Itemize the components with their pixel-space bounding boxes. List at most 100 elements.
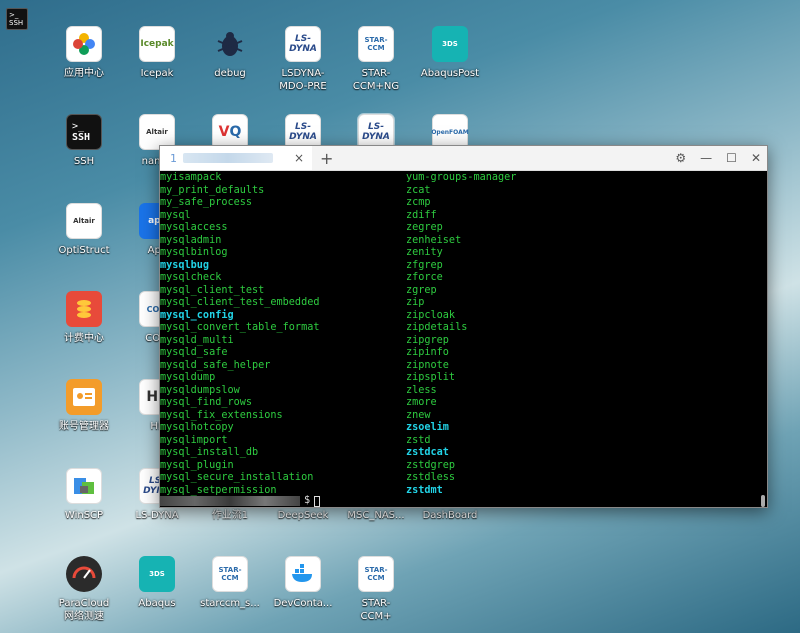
app-center-icon xyxy=(66,26,102,62)
icon-label: 计费中心 xyxy=(64,333,104,344)
tab-close-icon[interactable]: × xyxy=(294,151,304,165)
icon-label: MSC_NAS... xyxy=(347,510,405,521)
desktop-icon-app-center[interactable]: 应用中心 xyxy=(48,26,120,80)
terminal-line: zipsplit xyxy=(406,372,456,383)
terminal-line: zipgrep xyxy=(406,334,449,346)
terminal-line: mysqldump xyxy=(160,372,216,383)
terminal-line: mysqlbinlog xyxy=(160,247,228,258)
output-column-left: myisampack my_print_defaults my_safe_proce… xyxy=(160,172,319,497)
terminal-line: mysql_plugin xyxy=(160,459,234,471)
desktop-icon-billing[interactable]: 计费中心 xyxy=(48,291,120,345)
scrollbar[interactable] xyxy=(761,495,765,507)
terminal-line: zipinfo xyxy=(406,347,449,358)
terminal-line: zipcloak xyxy=(406,309,456,321)
close-button[interactable]: ✕ xyxy=(751,151,761,165)
desktop-icon-abaqus[interactable]: 3DS Abaqus xyxy=(121,556,193,610)
terminal-window[interactable]: 1 × + ⚙ — ☐ ✕ myisampack my_print_default… xyxy=(159,145,768,508)
prompt-suffix: $ xyxy=(304,495,311,506)
terminal-line: mysqld_multi xyxy=(160,334,234,346)
terminal-line: zmore xyxy=(406,397,437,408)
terminal-line: zstdcat xyxy=(406,447,449,458)
desktop-icon-lsdyna-mdo[interactable]: LS-DYNA LSDYNA- MDO-PRE xyxy=(267,26,339,93)
terminal-line: zipnote xyxy=(406,359,449,371)
icon-label: SSH xyxy=(73,156,95,167)
desktop-icon-abaqus-post[interactable]: 3DS AbaqusPost xyxy=(414,26,486,80)
settings-icon[interactable]: ⚙ xyxy=(675,151,686,165)
terminal-line: mysqlimport xyxy=(160,434,228,446)
abaqus-icon: 3DS xyxy=(139,556,175,592)
icon-label: LS-DYNA xyxy=(135,510,179,521)
terminal-line: mysqlcheck xyxy=(160,272,222,283)
icon-label: DashBoard xyxy=(422,510,478,521)
terminal-line: my_print_defaults xyxy=(160,184,265,196)
icon-label: OptiStruct xyxy=(58,245,110,256)
maximize-button[interactable]: ☐ xyxy=(726,151,737,165)
terminal-line: mysql xyxy=(160,209,191,221)
ssh-shortcut-label: SSH xyxy=(9,19,24,27)
terminal-line: mysqlhotcopy xyxy=(160,422,234,433)
terminal-line: mysql_convert_table_format xyxy=(160,322,320,333)
ssh-shortcut-icon[interactable]: >_ SSH xyxy=(6,8,28,30)
terminal-titlebar[interactable]: 1 × + ⚙ — ☐ ✕ xyxy=(160,146,767,171)
terminal-line: myisampack xyxy=(160,172,222,183)
bug-icon xyxy=(212,26,248,62)
desktop-icon-debug[interactable]: debug xyxy=(194,26,266,80)
terminal-line: zcat xyxy=(406,184,431,196)
billing-icon xyxy=(66,291,102,327)
desktop-icon-lsdyna-3[interactable]: LS-DYNA xyxy=(340,108,412,151)
desktop-icon-paracloud[interactable]: ParaCloud 网络测速 xyxy=(48,556,120,623)
terminal-line: mysql_config xyxy=(160,309,234,321)
icepak-icon: Icepak xyxy=(139,26,175,62)
desktop-icon-starccm-s[interactable]: STAR-CCM starccm_s... xyxy=(194,556,266,610)
terminal-line: mysqlbug xyxy=(160,259,210,271)
terminal-line: zstd xyxy=(406,434,431,446)
terminal-line: zfgrep xyxy=(406,259,443,271)
account-icon xyxy=(66,379,102,415)
terminal-tab[interactable]: 1 × xyxy=(160,146,312,170)
abaqus-icon: 3DS xyxy=(432,26,468,62)
desktop-icon-optistruct[interactable]: Altair OptiStruct xyxy=(48,203,120,257)
desktop-icon-starccm[interactable]: STAR-CCM STAR- CCM+ xyxy=(340,556,412,623)
terminal-line: mysql_secure_installation xyxy=(160,472,314,483)
icon-label: STAR- CCM+NG xyxy=(352,68,400,92)
icon-label: LSDYNA- MDO-PRE xyxy=(279,68,327,92)
desktop-icon-devcontainer[interactable]: DevConta... xyxy=(267,556,339,610)
terminal-line: zenity xyxy=(406,247,443,258)
terminal-line: zstdmt xyxy=(406,484,443,496)
desktop-icon-winscp[interactable]: WinSCP xyxy=(48,468,120,522)
terminal-line: zgrep xyxy=(406,284,437,296)
new-tab-button[interactable]: + xyxy=(320,149,333,168)
speedometer-icon xyxy=(66,556,102,592)
icon-label: Icepak xyxy=(140,68,174,79)
terminal-output[interactable]: myisampack my_print_defaults my_safe_proce… xyxy=(160,171,767,508)
terminal-line: mysql_find_rows xyxy=(160,397,253,408)
icon-label: WinSCP xyxy=(64,510,104,521)
desktop-icon-icepak[interactable]: Icepak Icepak xyxy=(121,26,193,80)
terminal-line: zdiff xyxy=(406,209,437,221)
terminal-line: zstdless xyxy=(406,472,456,483)
icon-label: 账号管理器 xyxy=(59,421,109,432)
output-column-right: yum-groups-manager zcat zcmp zdiff zegrep zen… xyxy=(406,172,516,497)
lsdyna-icon: LS-DYNA xyxy=(285,26,321,62)
terminal-line: mysql_client_test_embedded xyxy=(160,297,320,308)
desktop-icon-starccm-ng[interactable]: STAR-CCM STAR- CCM+NG xyxy=(340,26,412,93)
shell-prompt[interactable]: $ xyxy=(160,495,321,508)
starccm-icon: STAR-CCM xyxy=(212,556,248,592)
terminal-line: mysql_fix_extensions xyxy=(160,409,283,421)
terminal-line: yum-groups-manager xyxy=(406,172,517,183)
icon-label: DevConta... xyxy=(273,598,333,609)
terminal-line: zipdetails xyxy=(406,322,468,333)
tab-title: 1 xyxy=(170,151,177,165)
text-cursor xyxy=(314,495,321,507)
icon-label: 应用中心 xyxy=(64,68,104,79)
terminal-line: mysqld_safe_helper xyxy=(160,359,271,371)
icon-label: debug xyxy=(214,68,246,79)
terminal-line: zip xyxy=(406,297,425,308)
icon-label: STAR- CCM+ xyxy=(360,598,392,622)
desktop-icon-ssh[interactable]: >_ SSH SSH xyxy=(48,114,120,168)
redacted-prompt xyxy=(160,496,300,507)
desktop-icon-account-manager[interactable]: 账号管理器 xyxy=(48,379,120,433)
terminal-line: zless xyxy=(406,384,437,396)
terminal-line: mysqladmin xyxy=(160,234,222,246)
minimize-button[interactable]: — xyxy=(700,151,712,165)
